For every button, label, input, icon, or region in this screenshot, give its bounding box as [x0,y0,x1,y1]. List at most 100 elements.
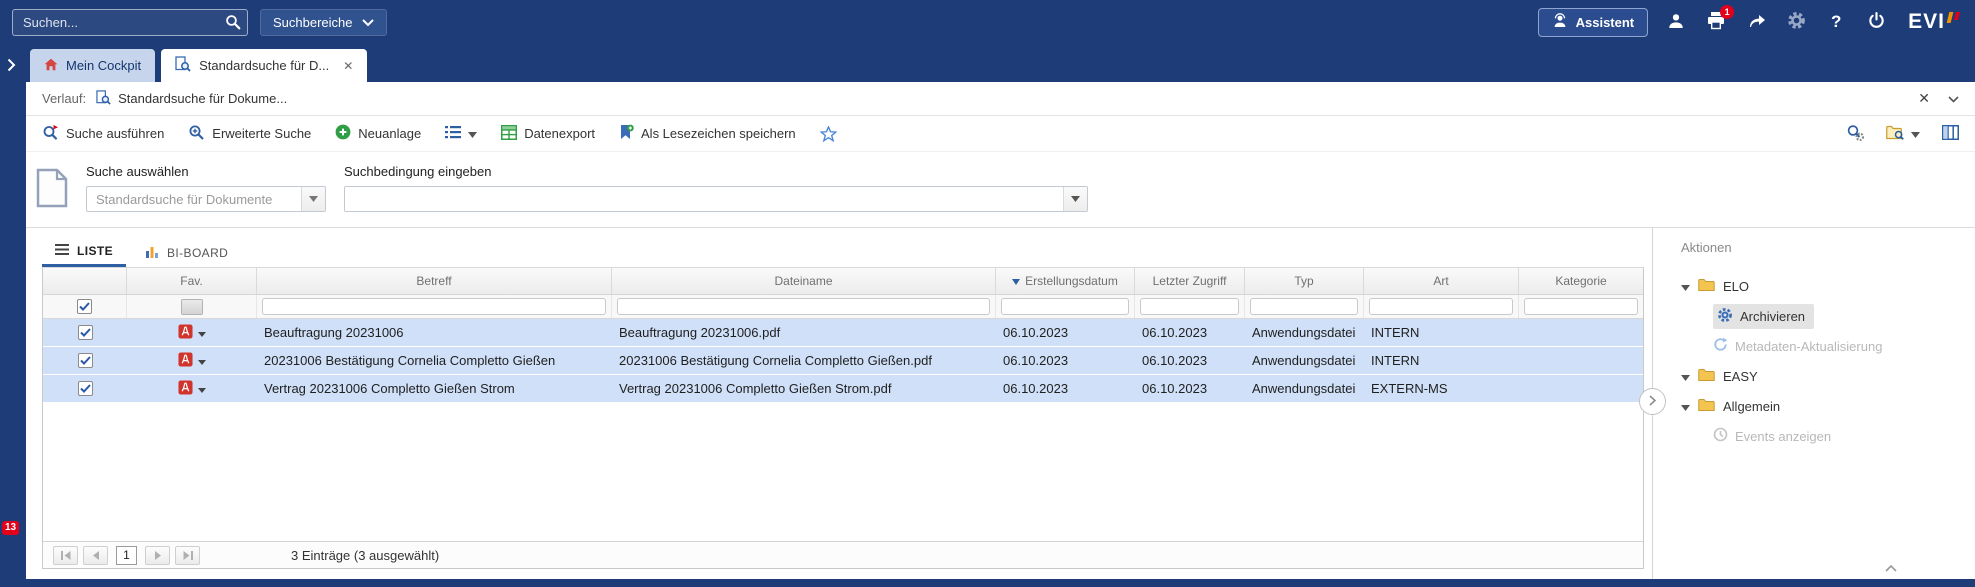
first-page-button[interactable] [53,546,78,565]
expander-down-icon[interactable] [1681,369,1690,384]
search-form: Suche auswählen Standardsuche für Dokume… [26,152,1975,228]
printer-button[interactable]: 1 [1704,10,1728,34]
chevron-right-icon [1649,393,1656,411]
search-gear-icon [1846,124,1864,144]
column-settings-button[interactable] [1942,125,1959,143]
col-art[interactable]: Art [1364,268,1519,294]
search-icon[interactable] [225,14,241,35]
sidebar-notification-badge[interactable]: 13 [2,521,19,535]
col-letzter-zugriff[interactable]: Letzter Zugriff [1135,268,1245,294]
cell-letzter-zugriff: 06.10.2023 [1135,353,1245,368]
action-show-events-label: Events anzeigen [1735,429,1831,444]
page-number-box[interactable]: 1 [116,546,137,565]
expander-down-icon[interactable] [1681,279,1690,294]
hamburger-list-icon [55,244,69,258]
search-select-combobox[interactable]: Standardsuche für Dokumente [86,186,326,212]
row-checkbox[interactable] [78,353,93,368]
help-button[interactable]: ? [1824,10,1848,34]
group-allgemein[interactable]: Allgemein [1681,391,1975,421]
filter-input-typ[interactable] [1250,298,1358,315]
expander-down-icon[interactable] [1681,399,1690,414]
row-checkbox[interactable] [78,381,93,396]
search-scopes-button[interactable]: Suchbereiche [260,9,387,36]
panel-collapse-button[interactable] [1639,388,1666,415]
data-export-label: Datenexport [524,126,595,141]
col-fav[interactable]: Fav. [127,268,257,294]
save-bookmark-button[interactable]: Als Lesezeichen speichern [619,124,796,143]
group-easy[interactable]: EASY [1681,361,1975,391]
tab-mein-cockpit[interactable]: Mein Cockpit [30,49,155,82]
logout-button[interactable] [1864,10,1888,34]
last-page-button[interactable] [175,546,200,565]
filter-input-art[interactable] [1369,298,1513,315]
data-export-button[interactable]: Datenexport [501,125,595,143]
top-bar-actions: Assistent 1 [1538,8,1959,37]
prev-page-button[interactable] [83,546,108,565]
run-search-button[interactable]: Suche ausführen [42,124,164,144]
expand-sidebar-chevron-icon[interactable] [7,58,16,77]
advanced-search-icon [188,124,205,144]
row-dropdown-icon[interactable] [198,381,206,396]
folder-search-button[interactable] [1886,125,1920,143]
select-all-checkbox[interactable] [77,299,92,314]
search-settings-button[interactable] [1846,124,1864,144]
group-allgemein-label: Allgemein [1723,399,1780,414]
row-dropdown-icon[interactable] [198,325,206,340]
chevron-down-icon[interactable] [301,187,325,211]
tab-standardsuche[interactable]: Standardsuche für D... ✕ [161,49,367,82]
action-metadata-update[interactable]: Metadaten-Aktualisierung [1713,331,1975,361]
row-checkbox[interactable] [78,325,93,340]
group-elo[interactable]: ELO [1681,271,1975,301]
new-entry-button[interactable]: Neuanlage [335,124,421,143]
filter-input-betreff[interactable] [262,298,606,315]
plus-circle-icon [335,124,351,143]
tab-bi-board-label: BI-BOARD [167,246,228,260]
scroll-up-icon[interactable] [1885,560,1897,575]
action-archive-selected[interactable]: Archivieren [1713,304,1814,329]
row-dropdown-icon[interactable] [198,353,206,368]
col-dateiname-label: Dateiname [774,274,832,288]
cell-betreff: Beauftragung 20231006 [257,325,612,340]
assistant-button[interactable]: Assistent [1538,8,1649,37]
tab-close-icon[interactable]: ✕ [343,59,353,73]
cell-art: EXTERN-MS [1364,381,1519,396]
fav-filter-button[interactable] [181,299,203,315]
cell-dateiname: 20231006 Bestätigung Cornelia Completto … [612,353,996,368]
cell-art: INTERN [1364,325,1519,340]
filter-input-erstellungsdatum[interactable] [1001,298,1129,315]
result-list-region: LISTE BI-BOARD Fav. Betreff [26,228,1652,579]
favorite-star-icon[interactable] [820,126,837,142]
table-row[interactable]: 20231006 Bestätigung Cornelia Completto … [43,347,1643,375]
user-button[interactable] [1664,10,1688,34]
col-erstellungsdatum[interactable]: Erstellungsdatum [996,268,1135,294]
chevron-down-icon[interactable] [1948,91,1959,106]
col-select [43,268,127,294]
redo-button[interactable] [1744,10,1768,34]
filter-input-dateiname[interactable] [617,298,990,315]
filter-input-kategorie[interactable] [1524,298,1638,315]
col-dateiname[interactable]: Dateiname [612,268,996,294]
settings-button[interactable] [1784,10,1808,34]
col-typ[interactable]: Typ [1245,268,1364,294]
close-icon[interactable]: ✕ [1918,90,1930,107]
tab-liste[interactable]: LISTE [42,238,126,267]
global-search [12,9,248,36]
advanced-search-button[interactable]: Erweiterte Suche [188,124,311,144]
col-betreff[interactable]: Betreff [257,268,612,294]
search-input[interactable] [12,9,248,36]
table-row[interactable]: Vertrag 20231006 Completto Gießen Strom … [43,375,1643,403]
col-kategorie[interactable]: Kategorie [1519,268,1643,294]
chevron-down-icon[interactable] [1063,187,1087,211]
filter-input-letzter-zugriff[interactable] [1140,298,1239,315]
events-clock-icon [1713,427,1728,445]
search-condition-input[interactable] [345,187,1063,211]
next-page-button[interactable] [145,546,170,565]
tab-bi-board[interactable]: BI-BOARD [132,238,241,267]
history-entry[interactable]: Standardsuche für Dokume... [96,90,287,108]
search-condition-combobox [344,186,1088,212]
action-archive[interactable]: Archivieren [1713,301,1975,331]
archive-gear-icon [1717,307,1733,326]
action-show-events[interactable]: Events anzeigen [1713,421,1975,451]
view-mode-button[interactable] [445,125,477,142]
table-row[interactable]: Beauftragung 20231006 Beauftragung 20231… [43,319,1643,347]
